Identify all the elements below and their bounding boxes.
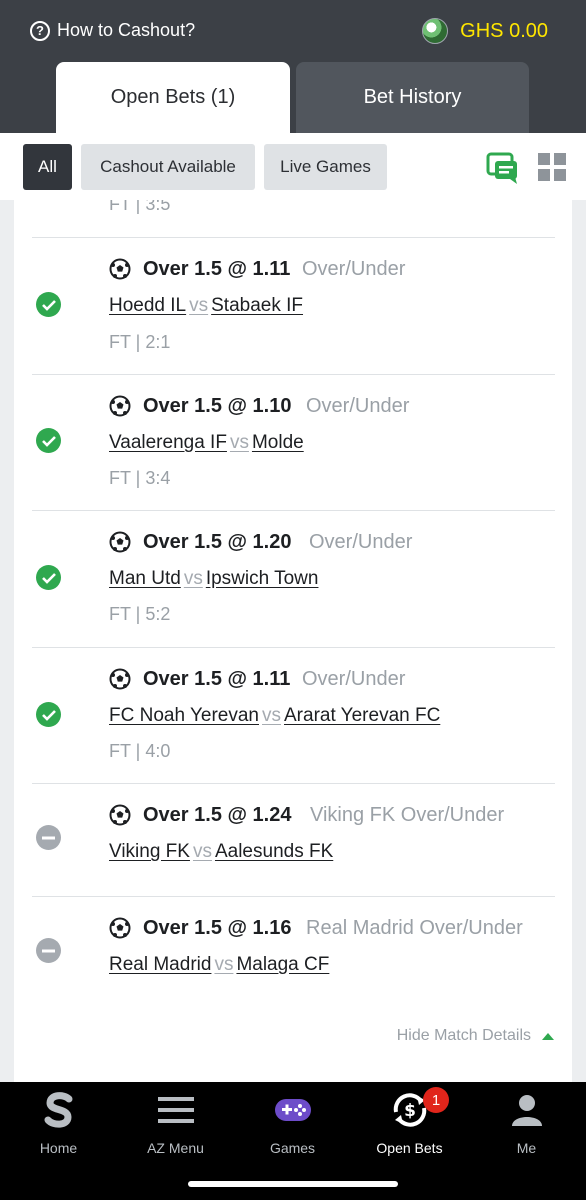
svg-text:$: $ bbox=[404, 1101, 416, 1121]
tab-bet-history[interactable]: Bet History bbox=[296, 62, 529, 133]
hamburger-icon bbox=[156, 1090, 196, 1130]
account-balance[interactable]: GHS 0.00 bbox=[422, 18, 548, 44]
won-check-icon bbox=[36, 292, 61, 317]
home-team[interactable]: Vaalerenga IF bbox=[109, 432, 227, 453]
away-team[interactable]: Ararat Yerevan FC bbox=[284, 705, 440, 726]
match-teams[interactable]: Viking FK vs Aalesunds FK bbox=[109, 841, 333, 863]
grid-view-icon[interactable] bbox=[538, 153, 566, 181]
open-bets-count-badge: 1 bbox=[423, 1087, 449, 1113]
hide-match-details-label: Hide Match Details bbox=[396, 1027, 531, 1044]
selection-odds: Over 1.5 @ 1.20 bbox=[143, 531, 292, 553]
nav-label-home: Home bbox=[39, 1140, 78, 1156]
bet-selection-row: Over 1.5 @ 1.24 Viking FK Over/Under Vik… bbox=[32, 783, 555, 896]
logo-icon bbox=[39, 1090, 79, 1130]
home-team[interactable]: Hoedd IL bbox=[109, 295, 186, 316]
vs-label: vs bbox=[189, 295, 209, 316]
bet-selection-row: Over 1.5 @ 1.11 Over/Under Hoedd IL vs Sta… bbox=[32, 237, 555, 374]
question-circle-icon: ? bbox=[30, 20, 50, 41]
soccer-ball-icon bbox=[109, 531, 131, 553]
away-team[interactable]: Aalesunds FK bbox=[215, 841, 333, 862]
won-check-icon bbox=[36, 428, 61, 453]
selection-odds: Over 1.5 @ 1.11 bbox=[143, 668, 291, 690]
selection-odds: Over 1.5 @ 1.11 bbox=[143, 258, 291, 280]
gamepad-icon bbox=[273, 1090, 313, 1130]
filter-live-games-chip[interactable]: Live Games bbox=[264, 144, 387, 190]
bet-selection-row: Over 1.5 @ 1.10 Over/Under Vaalerenga IF… bbox=[32, 374, 555, 510]
nav-item-az-menu[interactable]: AZ Menu bbox=[117, 1090, 234, 1162]
soccer-ball-icon bbox=[109, 258, 131, 280]
market-name: Over/Under bbox=[306, 395, 410, 417]
final-score: FT | 4:0 bbox=[109, 741, 171, 761]
vs-label: vs bbox=[262, 705, 281, 726]
match-teams[interactable]: FC Noah Yerevan vs Ararat Yerevan FC bbox=[109, 705, 440, 727]
nav-label-me: Me bbox=[516, 1140, 537, 1156]
how-to-cashout-label: How to Cashout? bbox=[57, 20, 196, 40]
soccer-ball-icon bbox=[109, 804, 131, 826]
void-minus-icon bbox=[36, 825, 61, 850]
bet-selection-row: Over 1.5 @ 1.16 Real Madrid Over/Under R… bbox=[32, 896, 555, 1006]
away-team[interactable]: Stabaek IF bbox=[211, 295, 303, 316]
tab-open-bets[interactable]: Open Bets (1) bbox=[56, 62, 290, 133]
filter-cashout-available-chip[interactable]: Cashout Available bbox=[81, 144, 255, 190]
nav-label-games: Games bbox=[269, 1140, 316, 1156]
soccer-ball-icon bbox=[109, 917, 131, 939]
match-teams[interactable]: Real Madrid vs Malaga CF bbox=[109, 954, 329, 976]
match-teams[interactable]: Man Utd vs Ipswich Town bbox=[109, 568, 318, 590]
market-name: Over/Under bbox=[302, 668, 406, 690]
match-teams[interactable]: Hoedd IL vs Stabaek IF bbox=[109, 295, 303, 317]
away-team[interactable]: Ipswich Town bbox=[206, 568, 319, 589]
vs-label: vs bbox=[183, 568, 203, 589]
user-icon bbox=[507, 1090, 547, 1130]
bet-selections-card: FT | 3:5 Over 1.5 @ 1.11 Over/Under Hoed… bbox=[14, 200, 572, 1082]
caret-up-icon bbox=[542, 1032, 554, 1040]
nav-item-games[interactable]: Games bbox=[234, 1090, 351, 1162]
nav-item-me[interactable]: Me bbox=[468, 1090, 585, 1162]
match-teams[interactable]: Vaalerenga IF vs Molde bbox=[109, 432, 304, 454]
selection-odds: Over 1.5 @ 1.16 bbox=[143, 917, 292, 939]
home-indicator[interactable] bbox=[188, 1181, 398, 1187]
market-name: Over/Under bbox=[309, 531, 413, 553]
app-header: ? How to Cashout? GHS 0.00 Open Bets (1)… bbox=[0, 0, 586, 133]
selection-odds: Over 1.5 @ 1.24 bbox=[143, 804, 292, 826]
chat-icon[interactable] bbox=[486, 151, 520, 185]
soccer-ball-icon bbox=[109, 395, 131, 417]
nav-item-open-bets[interactable]: $ Open Bets bbox=[351, 1090, 468, 1162]
away-team[interactable]: Malaga CF bbox=[236, 954, 329, 975]
home-team[interactable]: FC Noah Yerevan bbox=[109, 705, 259, 726]
home-team[interactable]: Real Madrid bbox=[109, 954, 211, 975]
void-minus-icon bbox=[36, 938, 61, 963]
bet-selection-row: Over 1.5 @ 1.20 Over/Under Man Utd vs Ipsw… bbox=[32, 510, 555, 647]
nav-item-home[interactable]: Home bbox=[0, 1090, 117, 1162]
final-score: FT | 3:4 bbox=[109, 468, 171, 488]
final-score: FT | 5:2 bbox=[109, 604, 171, 624]
nav-label-open-bets: Open Bets bbox=[376, 1140, 443, 1156]
nav-label-az-menu: AZ Menu bbox=[147, 1140, 204, 1156]
won-check-icon bbox=[36, 565, 61, 590]
soccer-ball-icon bbox=[109, 668, 131, 690]
hide-match-details-toggle[interactable]: Hide Match Details bbox=[397, 1027, 554, 1045]
filter-all-chip[interactable]: All bbox=[23, 144, 72, 190]
globe-icon bbox=[422, 18, 449, 44]
vs-label: vs bbox=[214, 954, 234, 975]
vs-label: vs bbox=[192, 841, 212, 862]
market-name: Over/Under bbox=[302, 258, 406, 280]
bet-selection-row: Over 1.5 @ 1.11 Over/Under FC Noah Yerev… bbox=[32, 647, 555, 783]
won-check-icon bbox=[36, 702, 61, 727]
partial-score: FT | 3:5 bbox=[109, 200, 171, 214]
how-to-cashout-link[interactable]: ? How to Cashout? bbox=[30, 20, 195, 41]
final-score: FT | 2:1 bbox=[109, 332, 171, 352]
selection-odds: Over 1.5 @ 1.10 bbox=[143, 395, 292, 417]
home-team[interactable]: Man Utd bbox=[109, 568, 181, 589]
market-name: Viking FK Over/Under bbox=[310, 804, 505, 826]
market-name: Real Madrid Over/Under bbox=[306, 917, 523, 939]
away-team[interactable]: Molde bbox=[252, 432, 304, 453]
home-team[interactable]: Viking FK bbox=[109, 841, 190, 862]
balance-amount: GHS 0.00 bbox=[460, 19, 548, 42]
vs-label: vs bbox=[229, 432, 249, 453]
